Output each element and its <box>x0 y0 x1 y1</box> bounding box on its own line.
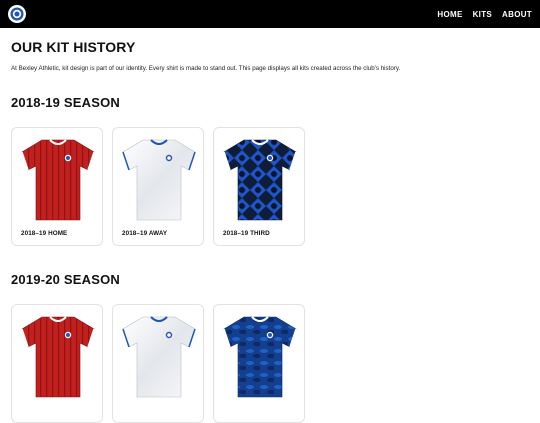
nav-about-link[interactable]: ABOUT <box>502 10 532 19</box>
season-title-2018-19: 2018-19 SEASON <box>11 95 121 110</box>
kit-card[interactable] <box>11 304 103 423</box>
blue-third-shirt-image <box>223 139 297 221</box>
page-intro: At Bexley Athletic, kit design is part o… <box>11 65 401 72</box>
nav-kits-link[interactable]: KITS <box>473 10 492 19</box>
blue-camo-shirt-image <box>223 316 297 398</box>
kit-card[interactable] <box>213 304 305 423</box>
top-navigation-bar: HOME KITS ABOUT <box>0 0 540 28</box>
main-content: OUR KIT HISTORY At Bexley Athletic, kit … <box>0 39 540 423</box>
kit-card[interactable] <box>112 304 204 423</box>
white-away-shirt-image <box>122 316 196 398</box>
kit-card[interactable]: 2018–19 HOME <box>11 127 103 246</box>
kit-label: 2018–19 HOME <box>21 230 68 237</box>
crest-icon <box>10 7 24 21</box>
club-crest-logo[interactable] <box>8 5 26 23</box>
page-title: OUR KIT HISTORY <box>11 39 136 55</box>
red-home-shirt-image <box>21 139 95 221</box>
red-home-shirt-image <box>21 316 95 398</box>
kit-label: 2018–19 THIRD <box>223 230 270 237</box>
nav-home-link[interactable]: HOME <box>437 10 462 19</box>
kit-card[interactable]: 2018–19 AWAY <box>112 127 204 246</box>
season-2019-20-kits <box>11 304 529 423</box>
season-2018-19-kits: 2018–19 HOME 2018–19 AWAY 2018–19 THIRD <box>11 127 529 246</box>
kit-card[interactable]: 2018–19 THIRD <box>213 127 305 246</box>
season-title-2019-20: 2019-20 SEASON <box>11 272 121 287</box>
kit-label: 2018–19 AWAY <box>122 230 168 237</box>
main-nav: HOME KITS ABOUT <box>437 10 532 19</box>
white-away-shirt-image <box>122 139 196 221</box>
